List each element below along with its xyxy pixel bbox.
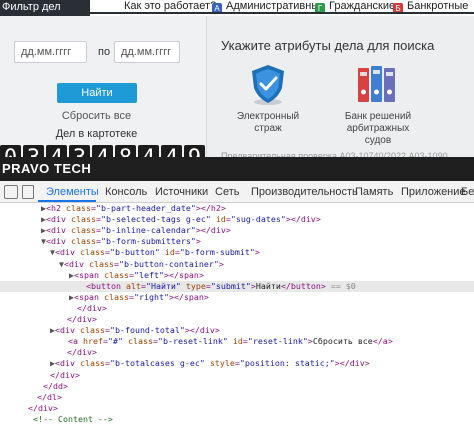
- devtools-header: PRAVO TECH: [0, 157, 474, 181]
- active-tab-indicator: [38, 200, 96, 202]
- dom-node[interactable]: ▶<div class="b-selected-tags g-ec" id="s…: [0, 214, 474, 225]
- dom-node[interactable]: </div>: [0, 303, 474, 314]
- attributes-title: Укажите атрибуты дела для поиска: [221, 38, 435, 53]
- tab-sources[interactable]: Источники: [155, 186, 208, 198]
- nav-item-admin-label: Административные: [226, 0, 326, 12]
- card-e-guard[interactable]: Электронный страж: [223, 62, 313, 135]
- top-nav: Фильтр дел Как это работает? A Администра…: [0, 0, 474, 16]
- dom-node[interactable]: </div>: [0, 403, 474, 414]
- tab-memory[interactable]: Память: [355, 186, 393, 198]
- device-toolbar-icon[interactable]: [22, 185, 34, 199]
- dom-node[interactable]: </div>: [0, 347, 474, 358]
- dom-node[interactable]: </div>: [0, 314, 474, 325]
- date-to-label: по: [98, 46, 111, 58]
- nav-divider: [0, 12, 474, 14]
- dom-node[interactable]: ▶<span class="right"></span>: [0, 292, 474, 303]
- brand-logo: PRAVO TECH: [2, 161, 92, 176]
- dom-tree: ▶<h2 class="b-part-header_date"></h2> ▶<d…: [0, 203, 474, 427]
- nav-item-bankrupt-label: Банкротные: [407, 0, 469, 12]
- cases-count-label: Дел в картотеке: [55, 128, 138, 140]
- dom-node[interactable]: <a href="#" class="b-reset-link" id="res…: [0, 336, 474, 347]
- nav-item-civil-label: Гражданские: [329, 0, 396, 12]
- dom-node[interactable]: ▶<div class="b-inline-calendar"></div>: [0, 225, 474, 236]
- find-button[interactable]: Найти: [57, 83, 137, 103]
- dom-node[interactable]: </div>: [0, 370, 474, 381]
- tab-network[interactable]: Сеть: [215, 186, 239, 198]
- card-e-guard-label: Электронный страж: [236, 111, 300, 134]
- tab-security[interactable]: Без: [461, 186, 474, 198]
- tab-performance[interactable]: Производительность: [251, 186, 358, 198]
- dom-node[interactable]: ▶<div class="b-found-total"></div>: [0, 325, 474, 336]
- devtools-tabbar: Элементы Консоль Источники Сеть Производ…: [0, 181, 474, 203]
- dom-node[interactable]: ▼<div class="b-button" id="b-form-submit…: [0, 247, 474, 258]
- dom-node[interactable]: ▼<div class="b-button-container">: [0, 259, 474, 270]
- tab-application[interactable]: Приложение: [401, 186, 466, 198]
- dom-node[interactable]: ▶<div class="b-totalcases g-ec" style="p…: [0, 358, 474, 369]
- reset-link[interactable]: Сбросить все: [0, 110, 193, 122]
- dom-node[interactable]: ▶<h2 class="b-part-header_date"></h2>: [0, 203, 474, 214]
- shield-icon: [252, 65, 284, 105]
- dom-node-selected[interactable]: <button alt="Найти" type="submit">Найти<…: [0, 280, 474, 292]
- dom-node[interactable]: ▶<span class="left"></span>: [0, 270, 474, 281]
- card-decisions-bank[interactable]: Банк решений арбитражных судов: [333, 62, 423, 147]
- dom-node[interactable]: <!-- Content -->: [0, 414, 474, 425]
- dom-node[interactable]: ▼<div class="b-form-submitters">: [0, 236, 474, 247]
- search-panel: дд.мм.гггг по дд.мм.гггг Найти Сбросить …: [0, 16, 206, 173]
- tab-console[interactable]: Консоль: [105, 186, 147, 198]
- inspect-element-icon[interactable]: [4, 185, 18, 199]
- date-from-input[interactable]: дд.мм.гггг: [14, 41, 87, 63]
- date-to-input[interactable]: дд.мм.гггг: [114, 41, 180, 63]
- binders-icon: [358, 66, 395, 102]
- attributes-panel: Укажите атрибуты дела для поиска Электро…: [206, 16, 474, 159]
- dom-node[interactable]: </dd>: [0, 381, 474, 392]
- tab-elements[interactable]: Элементы: [46, 186, 99, 198]
- card-decisions-bank-label: Банк решений арбитражных судов: [344, 111, 412, 146]
- dom-node[interactable]: </dl>: [0, 392, 474, 403]
